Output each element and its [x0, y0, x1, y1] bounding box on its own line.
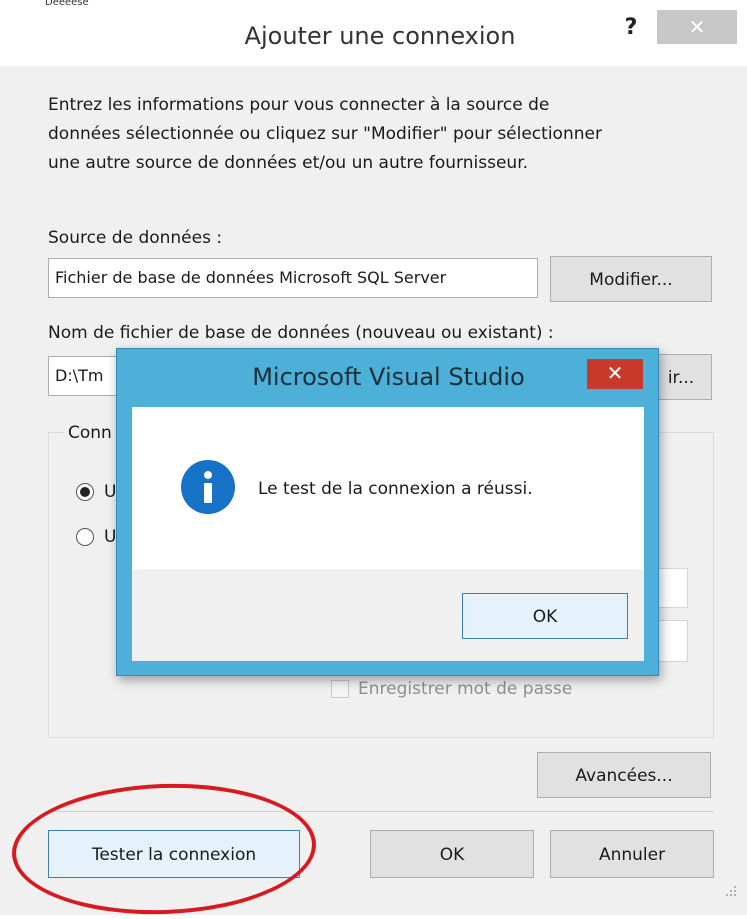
help-button[interactable]: ? — [616, 12, 646, 44]
modify-button[interactable]: Modifier... — [550, 256, 712, 302]
connection-group-label: Conn — [64, 421, 116, 445]
data-source-field[interactable]: Fichier de base de données Microsoft SQL… — [48, 258, 538, 298]
database-filename-label: Nom de fichier de base de données (nouve… — [48, 323, 554, 343]
separator-line — [48, 811, 714, 812]
intro-line: données sélectionnée ou cliquez sur "Mod… — [48, 124, 602, 144]
save-password-checkbox[interactable] — [331, 680, 349, 698]
success-message-box: Microsoft Visual Studio ✕ Le test de la … — [116, 348, 659, 676]
intro-line: une autre source de données et/ou un aut… — [48, 153, 529, 173]
intro-text: Entrez les informations pour vous connec… — [48, 91, 602, 178]
auth-radio-windows-label: U — [104, 482, 117, 502]
ok-button[interactable]: OK — [370, 830, 534, 878]
message-box-content: Le test de la connexion a réussi. — [132, 407, 644, 569]
message-text: Le test de la connexion a réussi. — [258, 479, 533, 499]
advanced-button[interactable]: Avancées... — [537, 752, 711, 798]
auth-radio-sql-label: U — [104, 527, 117, 547]
message-box-ok-button[interactable]: OK — [462, 593, 628, 639]
radio-selected-dot — [80, 487, 90, 497]
close-button[interactable]: ✕ — [657, 10, 737, 44]
resize-grip-icon[interactable] — [718, 882, 740, 904]
intro-line: Entrez les informations pour vous connec… — [48, 95, 550, 115]
message-box-title: Microsoft Visual Studio — [252, 363, 525, 391]
message-box-close-button[interactable]: ✕ — [587, 359, 643, 389]
message-box-body: Le test de la connexion a réussi. OK — [132, 407, 644, 661]
save-password-label: Enregistrer mot de passe — [358, 679, 573, 699]
info-icon — [181, 460, 235, 514]
auth-radio-sql[interactable] — [76, 528, 94, 546]
test-connection-button[interactable]: Tester la connexion — [48, 830, 300, 878]
data-source-label: Source de données : — [48, 228, 223, 248]
cancel-button[interactable]: Annuler — [550, 830, 714, 878]
